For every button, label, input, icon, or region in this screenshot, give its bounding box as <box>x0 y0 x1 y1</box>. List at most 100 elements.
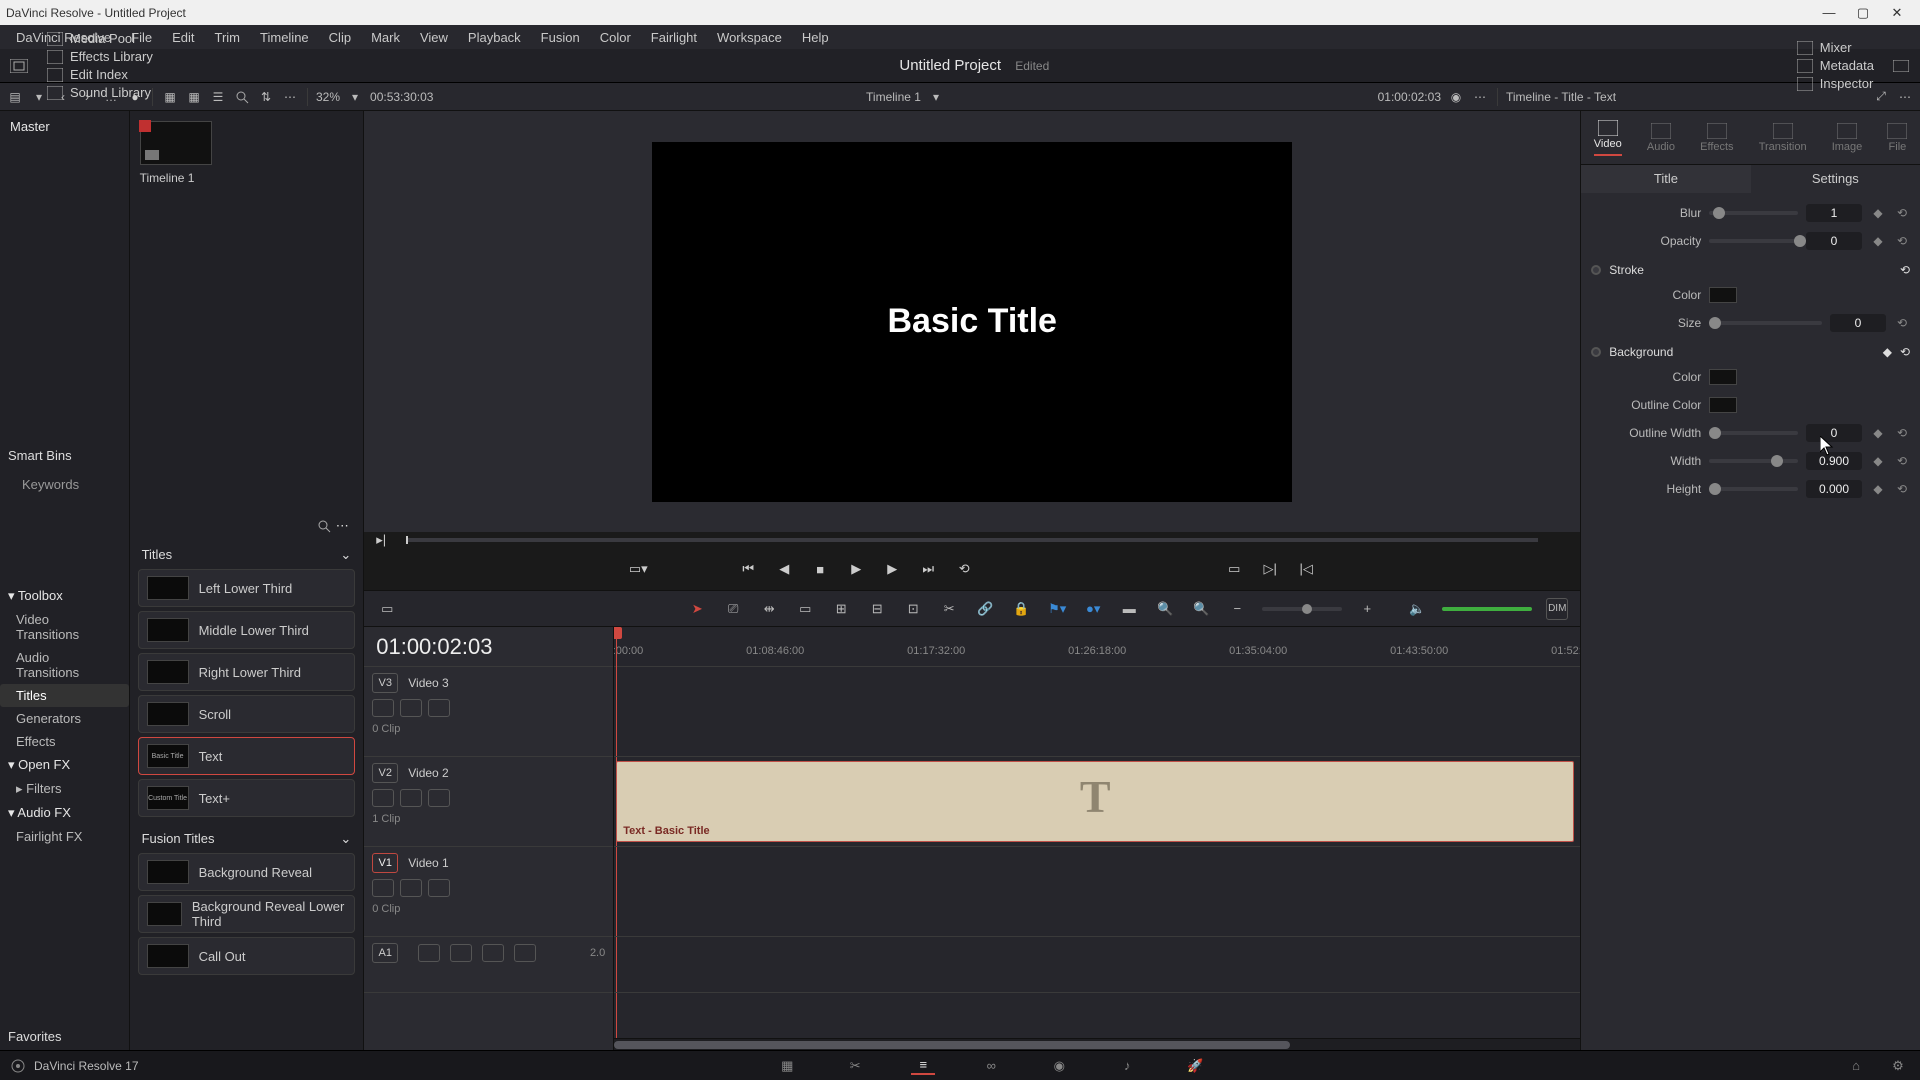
section-toggle-icon[interactable] <box>1591 347 1601 357</box>
blur-slider[interactable] <box>1709 211 1798 215</box>
bg-width-value[interactable]: 0.900 <box>1806 452 1862 470</box>
track-lane-v2[interactable]: TText - Basic Title <box>614 757 1580 847</box>
timeline-clip[interactable]: TText - Basic Title <box>616 761 1574 842</box>
search-icon[interactable] <box>315 517 333 535</box>
goto-out-icon[interactable]: ▷| <box>1259 558 1281 580</box>
options-icon[interactable]: ⋯ <box>281 88 299 106</box>
page-fairlight-icon[interactable]: ♪ <box>1115 1057 1139 1075</box>
keyframe-icon[interactable]: ◆ <box>1870 426 1886 440</box>
page-deliver-icon[interactable]: 🚀 <box>1183 1057 1207 1075</box>
reset-icon[interactable]: ⟲ <box>1894 206 1910 220</box>
gear-icon[interactable]: ⚙ <box>1886 1057 1910 1075</box>
title-item-middle-lower-third[interactable]: Middle Lower Third <box>138 611 356 649</box>
zoom-search-icon[interactable]: 🔍 <box>1154 598 1176 620</box>
track-head-v1[interactable]: V1Video 10 Clip <box>364 847 613 937</box>
menu-fairlight[interactable]: Fairlight <box>641 30 707 45</box>
title-item-text[interactable]: Basic TitleText <box>138 737 356 775</box>
selection-tool-icon[interactable]: ➤ <box>686 598 708 620</box>
openfx-header[interactable]: ▾ Open FX <box>0 753 129 777</box>
stop-icon[interactable]: ■ <box>809 558 831 580</box>
audiofx-header[interactable]: ▾ Audio FX <box>0 801 129 825</box>
disable-button[interactable] <box>428 789 450 807</box>
keyframe-icon[interactable]: ◆ <box>1870 234 1886 248</box>
blur-value[interactable]: 1 <box>1806 204 1862 222</box>
layout-icon[interactable] <box>10 57 28 75</box>
fusion-title-call-out[interactable]: Call Out <box>138 937 356 975</box>
title-item-scroll[interactable]: Scroll <box>138 695 356 733</box>
reset-icon[interactable]: ⟲ <box>1894 426 1910 440</box>
title-item-right-lower-third[interactable]: Right Lower Third <box>138 653 356 691</box>
title-item-left-lower-third[interactable]: Left Lower Third <box>138 569 356 607</box>
timeline-name[interactable]: Timeline 1 <box>866 90 921 104</box>
keyframe-icon[interactable]: ◆ <box>1870 206 1886 220</box>
replace-icon[interactable]: ⊡ <box>902 598 924 620</box>
track-selector[interactable]: V1 <box>372 853 398 873</box>
bin-view-icon[interactable]: ▤ <box>6 88 24 106</box>
lock-button[interactable] <box>372 789 394 807</box>
list-view-icon[interactable]: ☰ <box>209 88 227 106</box>
lock-button[interactable] <box>372 879 394 897</box>
menu-edit[interactable]: Edit <box>162 30 204 45</box>
page-color-icon[interactable]: ◉ <box>1047 1057 1071 1075</box>
more-icon[interactable]: ⋯ <box>333 517 351 535</box>
maximize-icon[interactable]: ▢ <box>1846 5 1880 21</box>
timeline-hscroll[interactable] <box>614 1038 1580 1050</box>
expand-icon[interactable]: ⤢ <box>1872 88 1890 106</box>
toolbox-effects[interactable]: Effects <box>0 730 129 753</box>
zoom-in-icon[interactable]: + <box>1356 598 1378 620</box>
menu-help[interactable]: Help <box>792 30 839 45</box>
toolbox-generators[interactable]: Generators <box>0 707 129 730</box>
menu-mark[interactable]: Mark <box>361 30 410 45</box>
bg-width-slider[interactable] <box>1709 459 1798 463</box>
caption-icon[interactable]: ▬ <box>1118 598 1140 620</box>
toolbox-header[interactable]: ▾ Toolbox <box>0 584 129 608</box>
next-clip-icon[interactable]: ⏭ <box>917 558 939 580</box>
next-edit-icon[interactable]: ▸| <box>376 532 386 548</box>
lock-button[interactable] <box>372 699 394 717</box>
auto-button[interactable] <box>400 789 422 807</box>
bg-color-swatch[interactable] <box>1709 369 1737 385</box>
chevron-down-icon[interactable]: ▾ <box>30 88 48 106</box>
menu-fusion[interactable]: Fusion <box>531 30 590 45</box>
bg-outline-width-value[interactable]: 0 <box>1806 424 1862 442</box>
inspector-tab-file[interactable]: File <box>1887 123 1907 153</box>
goto-in-icon[interactable]: ▭ <box>1223 558 1245 580</box>
mute-button[interactable] <box>514 944 536 962</box>
menu-playback[interactable]: Playback <box>458 30 531 45</box>
dynamic-trim-icon[interactable]: ⇹ <box>758 598 780 620</box>
track-lane-a1[interactable] <box>614 937 1580 993</box>
inspector-tab-image[interactable]: Image <box>1832 123 1863 153</box>
viewer-canvas[interactable]: Basic Title <box>364 111 1580 532</box>
grid-view-icon[interactable]: ▦ <box>185 88 203 106</box>
chevron-down-icon[interactable]: ▾ <box>346 88 364 106</box>
mute-icon[interactable]: 🔈 <box>1406 598 1428 620</box>
inspector-subtab-title[interactable]: Title <box>1581 165 1750 193</box>
blade-tool-icon[interactable]: ▭ <box>794 598 816 620</box>
zoom-fit-icon[interactable]: 🔍 <box>1190 598 1212 620</box>
track-selector[interactable]: V2 <box>372 763 398 783</box>
inspector-tab-video[interactable]: Video <box>1594 120 1622 156</box>
bg-height-slider[interactable] <box>1709 487 1798 491</box>
master-bin[interactable]: Master <box>0 111 129 142</box>
dim-button[interactable]: DIM <box>1546 598 1568 620</box>
flag-icon[interactable]: ⚑▾ <box>1046 598 1068 620</box>
bypass-icon[interactable]: ◉ <box>1447 88 1465 106</box>
record-icon[interactable]: ● <box>126 88 144 106</box>
bg-outline-color-swatch[interactable] <box>1709 397 1737 413</box>
bg-outline-width-slider[interactable] <box>1709 431 1798 435</box>
reset-icon[interactable]: ⟲ <box>1894 482 1910 496</box>
inspector-subtab-settings[interactable]: Settings <box>1751 165 1920 193</box>
track-head-v2[interactable]: V2Video 21 Clip <box>364 757 613 847</box>
auto-button[interactable] <box>450 944 472 962</box>
header-pool-button[interactable]: Media Pool <box>40 30 159 48</box>
fusion-title-background-reveal[interactable]: Background Reveal <box>138 853 356 891</box>
media-pool-grid[interactable]: Timeline 1 <box>130 111 364 251</box>
disable-button[interactable] <box>428 699 450 717</box>
auto-button[interactable] <box>400 699 422 717</box>
track-selector[interactable]: A1 <box>372 943 398 963</box>
play-icon[interactable]: ▶ <box>845 558 867 580</box>
fusion-title-background-reveal-lower-third[interactable]: Background Reveal Lower Third <box>138 895 356 933</box>
keyframe-icon[interactable]: ◆ <box>1883 345 1892 359</box>
chevron-down-icon[interactable]: ⌄ <box>340 831 351 847</box>
inspector-tab-effects[interactable]: Effects <box>1700 123 1733 153</box>
